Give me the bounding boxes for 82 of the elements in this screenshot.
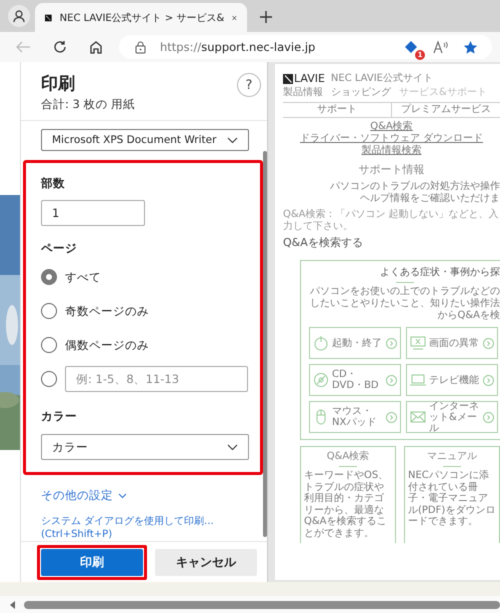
option-label: 奇数ページのみ — [65, 304, 149, 318]
option-label: 偶数ページのみ — [65, 338, 149, 352]
home-icon[interactable] — [89, 40, 103, 54]
category-card[interactable]: テレビ機能 — [406, 364, 498, 396]
panel-text: パソコンをお使いの上でのトラブルなどの — [309, 286, 500, 298]
dialog-title: 印刷 — [41, 73, 76, 95]
radio-button[interactable] — [41, 337, 57, 353]
power-icon — [313, 335, 329, 351]
option-label: すべて — [65, 270, 101, 284]
radio-button[interactable] — [41, 303, 57, 319]
search-label: Q&Aを検索する — [283, 236, 364, 250]
cancel-button[interactable]: キャンセル — [155, 548, 257, 576]
nav-link[interactable]: ショッピング — [331, 86, 391, 99]
site-name: NEC LAVIE公式サイト — [330, 72, 433, 85]
url-text: https://support.nec-lavie.jp — [160, 40, 316, 54]
scroll-left-icon[interactable] — [10, 600, 16, 608]
printer-dropdown[interactable]: Microsoft XPS Document Writer — [41, 129, 249, 151]
browser-tab[interactable]: NEC LAVIE公式サイト > サービス& — [35, 3, 247, 32]
card-text: キーワードやOS、トラブルの症状や利用目的・カテゴリーから、最適なQ&Aを検索することができます。 — [304, 470, 390, 539]
pages-label: ページ — [41, 240, 78, 256]
page-link[interactable]: Q&A検索 — [370, 121, 413, 133]
scrollbar-thumb[interactable] — [263, 151, 267, 537]
category-label: マウス・NXパッド — [332, 406, 378, 428]
panel-text: したいことやりたいこと、知りたい操作法からQ&Aを検 — [309, 298, 500, 322]
tab-title: NEC LAVIE公式サイト > サービス& — [60, 12, 224, 24]
page-range-field[interactable]: 例: 1-5、8、11-13 — [65, 366, 248, 392]
sheet-count: 合計: 3 枚の 用紙 — [41, 97, 136, 112]
favorite-star-icon[interactable] — [463, 40, 478, 54]
color-dropdown[interactable]: カラー — [41, 434, 249, 460]
arrow-circle-icon — [483, 338, 494, 348]
new-tab-icon[interactable] — [259, 10, 273, 24]
chevron-icon — [227, 136, 238, 144]
arrow-circle-icon — [386, 338, 397, 348]
category-label: 起動・終了 — [332, 338, 383, 348]
category-card[interactable]: 画面の異常 — [406, 327, 498, 359]
card-title: Q&A検索 — [326, 451, 370, 463]
category-card[interactable]: インターネット&メール — [406, 401, 498, 433]
chevron-icon — [118, 492, 127, 498]
page-link[interactable]: 製品情報検索 — [362, 145, 422, 157]
envelope-icon — [410, 409, 426, 425]
chevron-icon — [227, 444, 238, 450]
panel-title: よくある症状・事例から探 — [379, 266, 500, 279]
nav-link[interactable]: 製品情報 — [283, 86, 323, 99]
category-card[interactable]: マウス・NXパッド — [309, 401, 401, 433]
category-label: 画面の異常 — [429, 338, 480, 348]
card-text: NECパソコンに添付されている冊子・電子マニュアル(PDF)をダウンロードできます。 — [408, 470, 496, 528]
lock-icon — [135, 40, 146, 54]
category-label: インターネット&メール — [429, 400, 480, 434]
arrow-circle-icon — [483, 374, 494, 386]
section-tab[interactable]: プレミアムサービス — [391, 103, 500, 117]
copies-label: 部数 — [41, 175, 66, 191]
system-dialog-link[interactable]: システム ダイアログを使用して印刷... (Ctrl+Shift+P) — [41, 515, 256, 541]
help-button[interactable]: ? — [237, 73, 261, 97]
arrow-circle-icon — [386, 412, 397, 422]
site-logo: LAVIE — [283, 72, 325, 85]
more-settings-link[interactable]: その他の設定 — [41, 488, 127, 503]
read-aloud-icon[interactable] — [433, 40, 449, 54]
search-hint: Q&A検索：「パソコン 起動しない」などと、入力して下さい。 — [283, 209, 500, 233]
profile-icon[interactable] — [8, 5, 30, 27]
section-tab[interactable]: サポート — [283, 103, 391, 117]
category-label: テレビ機能 — [429, 374, 480, 386]
disc-icon — [313, 372, 329, 388]
radio-button[interactable] — [41, 269, 57, 285]
category-label: CD・DVD・BD — [332, 369, 380, 391]
monitor-icon — [410, 335, 426, 351]
scrollbar-thumb[interactable] — [24, 600, 500, 608]
category-card[interactable]: CD・DVD・BD — [309, 364, 401, 396]
tv-icon — [410, 372, 426, 388]
arrow-circle-icon — [483, 412, 494, 422]
arrow-circle-icon — [386, 374, 397, 386]
category-card[interactable]: 起動・終了 — [309, 327, 401, 359]
lead-text: ヘルプ情報をご確認いただけま — [360, 193, 500, 205]
lead-text: パソコンのトラブルの対処方法や操作 — [330, 181, 500, 192]
print-button[interactable]: 印刷 — [41, 548, 143, 576]
color-label: カラー — [41, 408, 78, 424]
page-link[interactable]: ドライバー・ソフトウェア ダウンロード — [300, 133, 484, 145]
refresh-icon[interactable] — [53, 40, 67, 54]
radio-button[interactable] — [41, 371, 57, 387]
card-title: マニュアル — [426, 451, 478, 463]
copies-field[interactable]: 1 — [41, 200, 145, 226]
page-heading: サポート情報 — [358, 163, 426, 177]
extension-icon[interactable] — [403, 39, 419, 55]
